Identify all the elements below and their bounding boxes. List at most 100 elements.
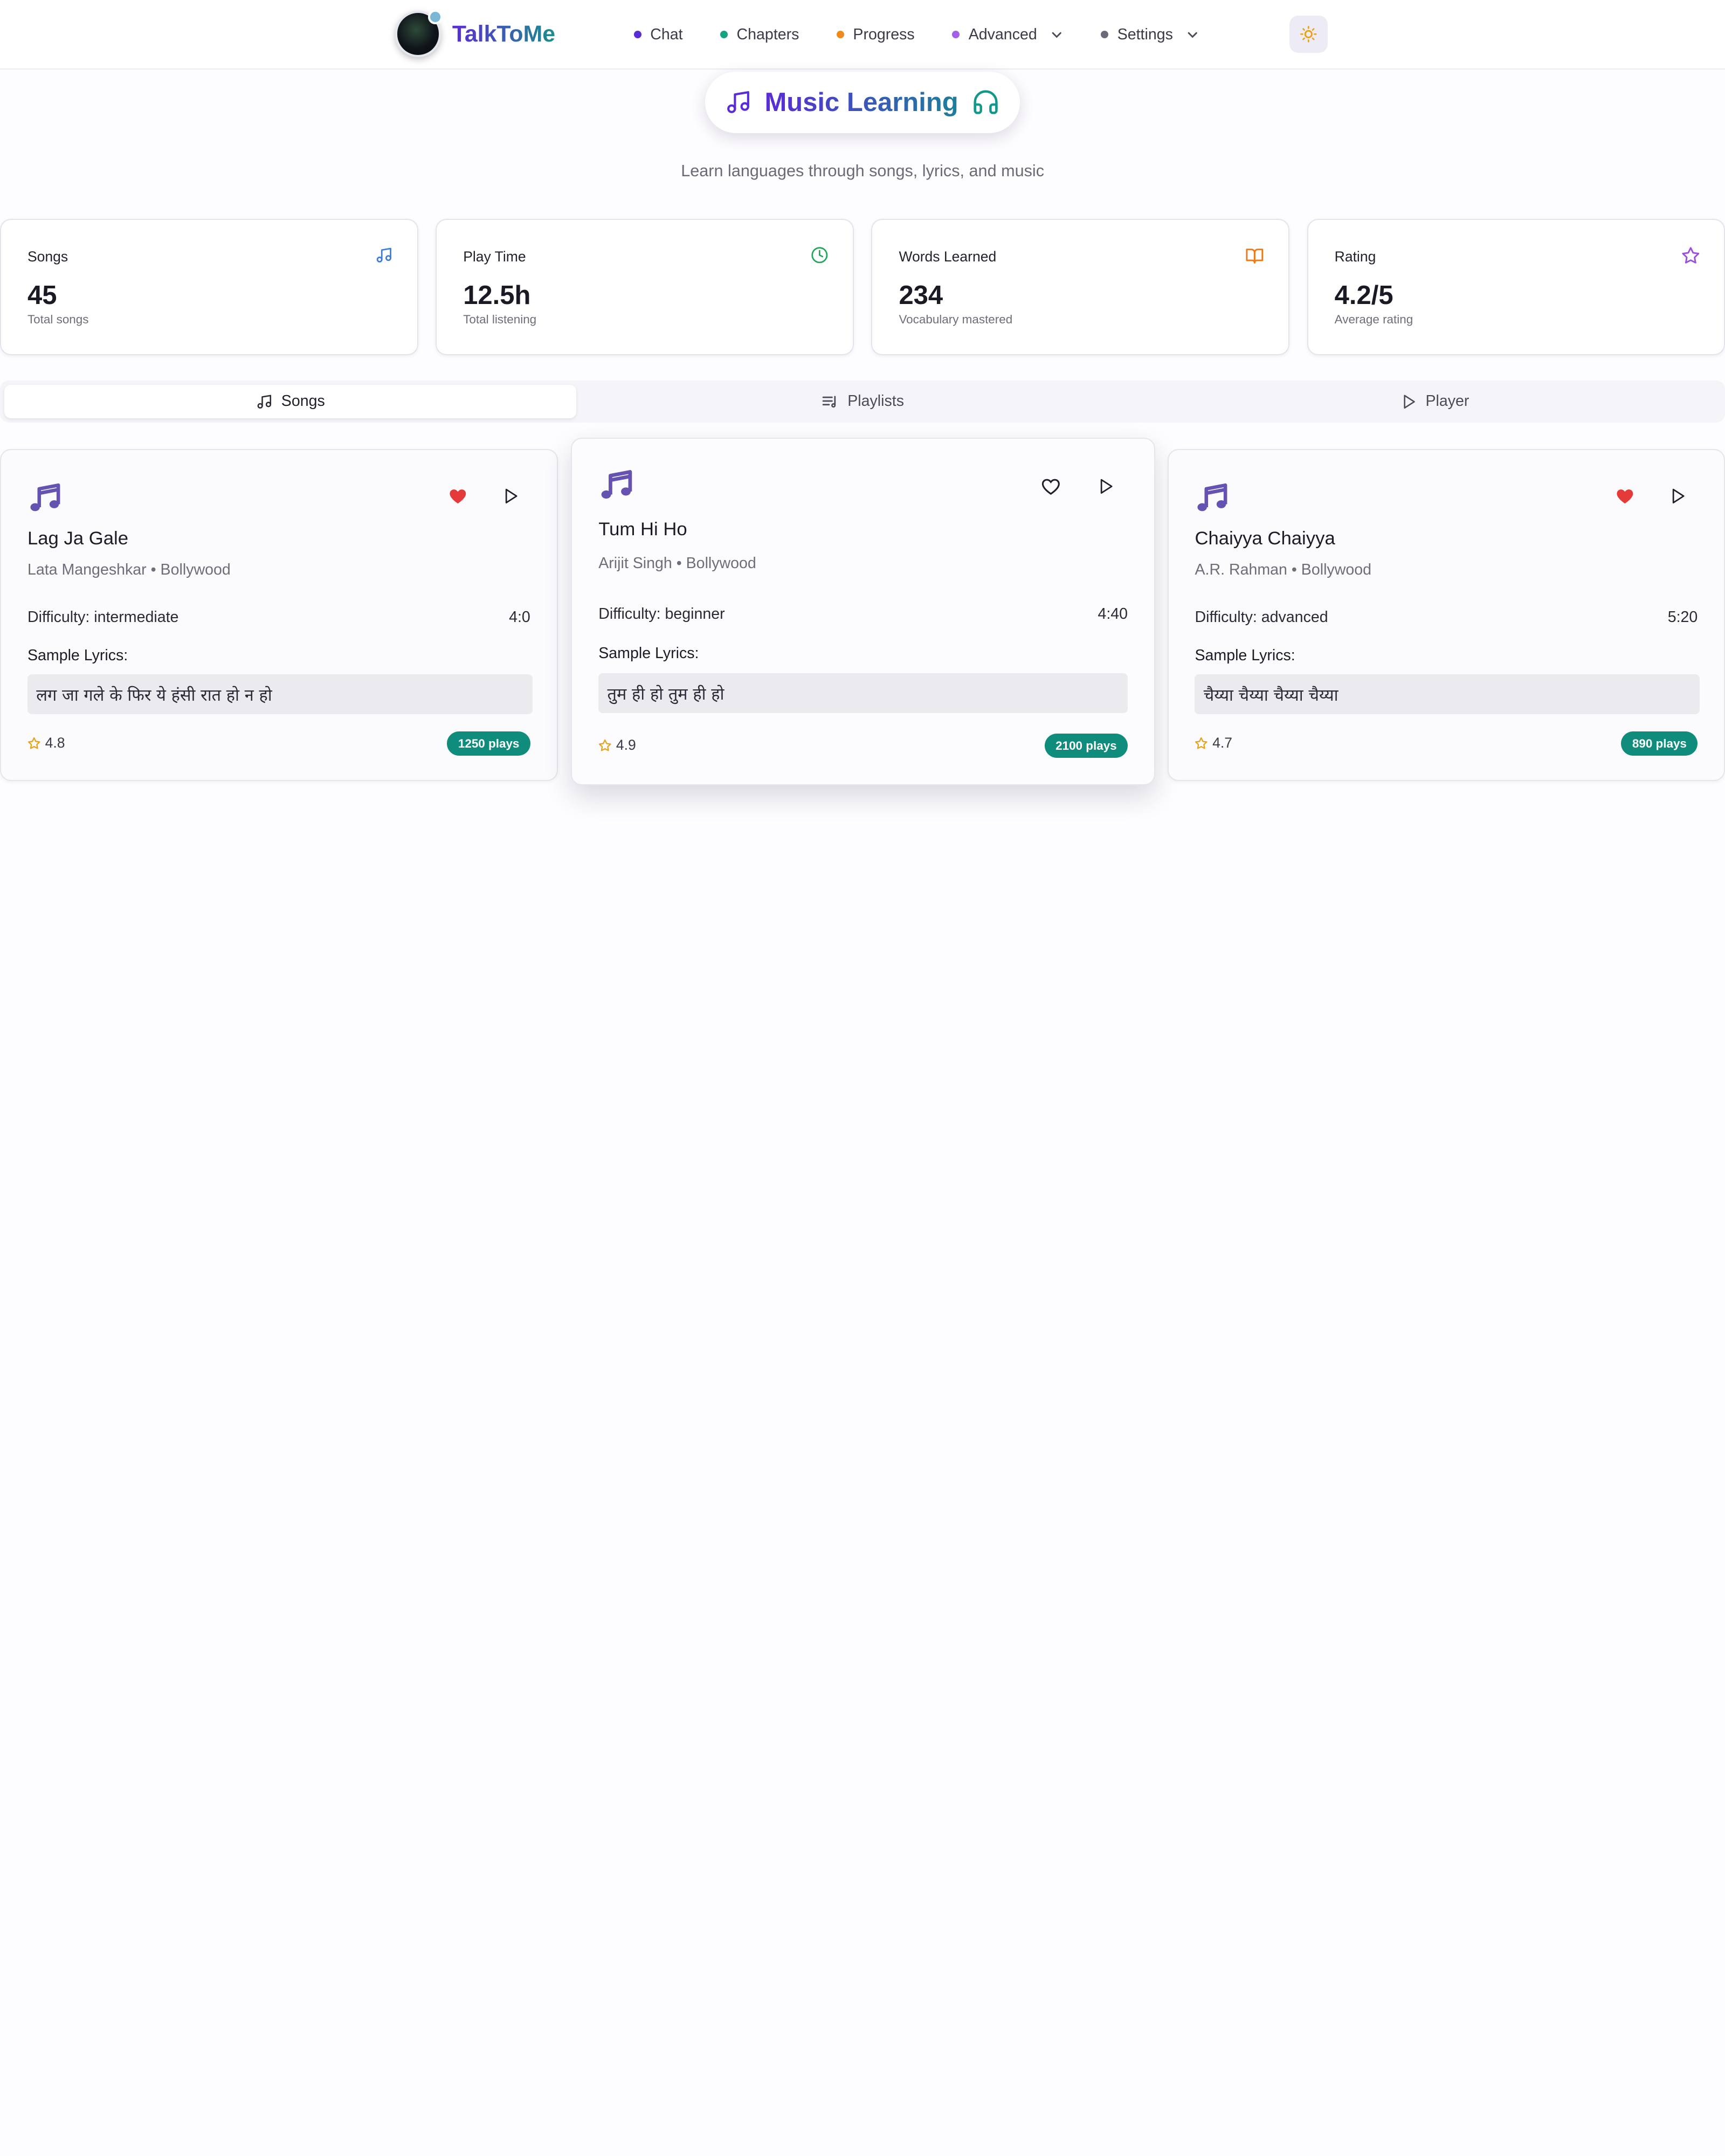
stat-caption: Average rating (1335, 313, 1413, 327)
nav-item-label: Chat (650, 26, 682, 44)
sun-icon (1300, 25, 1317, 43)
playlist-icon (821, 393, 839, 411)
music-note-icon (375, 246, 393, 264)
tab-label: Songs (281, 392, 325, 410)
duration: 4:40 (1098, 605, 1128, 623)
difficulty-label: Difficulty: intermediate (27, 609, 178, 626)
music-note-icon (1195, 481, 1230, 516)
chevron-down-icon (1186, 28, 1199, 41)
duration: 5:20 (1668, 609, 1698, 626)
lyrics-box: लग जा गले के फिर ये हंसी रात हो न हो (27, 674, 533, 714)
star-icon (27, 737, 40, 750)
nav-item-label: Settings (1117, 26, 1173, 44)
song-rating: 4.8 (27, 735, 65, 751)
song-meta: Lata Mangeshkar • Bollywood (27, 561, 231, 579)
song-title: Chaiyya Chaiyya (1195, 528, 1335, 549)
stat-value: 12.5h (463, 280, 530, 310)
chevron-down-icon (1050, 28, 1063, 41)
stat-value: 45 (27, 280, 57, 310)
song-card[interactable]: Chaiyya Chaiyya A.R. Rahman • Bollywood … (1168, 449, 1725, 781)
music-note-icon (725, 89, 751, 115)
stat-label: Rating (1335, 248, 1376, 265)
tab-playlists[interactable]: Playlists (576, 385, 1148, 418)
song-card[interactable]: Tum Hi Ho Arijit Singh • Bollywood Diffi… (571, 438, 1155, 785)
lyrics-label: Sample Lyrics: (27, 647, 128, 665)
stat-label: Songs (27, 248, 68, 265)
lyrics-label: Sample Lyrics: (1195, 647, 1295, 665)
music-note-icon (27, 481, 63, 516)
status-dot (428, 10, 443, 24)
stat-label: Words Learned (899, 248, 996, 265)
brand[interactable]: TalkToMe (395, 11, 555, 57)
star-icon (1195, 737, 1208, 750)
play-icon (1400, 393, 1417, 410)
play-icon[interactable] (1097, 476, 1115, 496)
stat-card-play-time: Play Time 12.5h Total listening (436, 219, 854, 355)
rating-value: 4.9 (616, 737, 636, 754)
clock-icon (811, 246, 829, 264)
bullet-icon (1101, 31, 1108, 38)
song-meta: Arijit Singh • Bollywood (598, 555, 756, 572)
lyrics-label: Sample Lyrics: (598, 645, 699, 662)
page-title-pill: Music Learning (705, 72, 1020, 133)
nav-menu: Chat Chapters Progress Advanced Settings (634, 0, 1237, 70)
stat-caption: Vocabulary mastered (899, 313, 1012, 327)
lyrics-box: तुम ही हो तुम ही हो (598, 673, 1128, 713)
plays-badge: 2100 plays (1045, 734, 1128, 758)
heart-icon[interactable] (448, 486, 468, 506)
headphones-icon (971, 88, 1000, 116)
page-title: Music Learning (764, 87, 958, 118)
star-icon (1681, 246, 1700, 265)
stat-card-rating: Rating 4.2/5 Average rating (1307, 219, 1725, 355)
theme-toggle-button[interactable] (1289, 16, 1328, 53)
music-learning-page: TalkToMe Chat Chapters Progress Advanced (0, 0, 1725, 1078)
duration: 4:0 (509, 609, 530, 626)
play-icon[interactable] (1669, 486, 1687, 506)
plays-badge: 890 plays (1621, 731, 1698, 756)
heart-icon[interactable] (1041, 476, 1061, 496)
stat-caption: Total songs (27, 313, 89, 327)
nav-item-chat[interactable]: Chat (634, 26, 683, 44)
rating-value: 4.8 (45, 735, 65, 751)
book-icon (1245, 246, 1264, 265)
avatar-logo (395, 11, 441, 57)
stat-value: 4.2/5 (1335, 280, 1393, 310)
rating-value: 4.7 (1212, 735, 1232, 751)
play-icon[interactable] (502, 486, 520, 506)
stat-card-songs: Songs 45 Total songs (0, 219, 418, 355)
song-title: Lag Ja Gale (27, 528, 128, 549)
bullet-icon (952, 31, 960, 38)
song-rating: 4.7 (1195, 735, 1232, 751)
difficulty-label: Difficulty: advanced (1195, 609, 1328, 626)
top-nav: TalkToMe Chat Chapters Progress Advanced (0, 0, 1725, 70)
music-note-icon (598, 467, 634, 503)
song-rating: 4.9 (598, 737, 636, 754)
nav-item-label: Progress (853, 26, 914, 44)
tab-songs[interactable]: Songs (4, 385, 576, 418)
nav-item-label: Advanced (969, 26, 1037, 44)
music-note-icon (256, 393, 273, 410)
bullet-icon (720, 31, 728, 38)
song-title: Tum Hi Ho (598, 519, 687, 540)
nav-item-progress[interactable]: Progress (837, 26, 915, 44)
lyrics-box: चैय्या चैय्या चैय्या चैय्या (1195, 674, 1700, 714)
tab-player[interactable]: Player (1149, 385, 1721, 418)
tab-label: Player (1425, 392, 1469, 410)
nav-item-advanced[interactable]: Advanced (952, 26, 1064, 44)
heart-icon[interactable] (1615, 486, 1635, 506)
song-card[interactable]: Lag Ja Gale Lata Mangeshkar • Bollywood … (0, 449, 558, 781)
song-meta: A.R. Rahman • Bollywood (1195, 561, 1371, 579)
nav-item-settings[interactable]: Settings (1101, 26, 1199, 44)
stat-value: 234 (899, 280, 943, 310)
nav-item-chapters[interactable]: Chapters (720, 26, 799, 44)
bullet-icon (837, 31, 844, 38)
page-subtitle: Learn languages through songs, lyrics, a… (0, 162, 1725, 181)
stat-card-words-learned: Words Learned 234 Vocabulary mastered (871, 219, 1289, 355)
stat-label: Play Time (463, 248, 526, 265)
difficulty-label: Difficulty: beginner (598, 605, 724, 623)
bullet-icon (634, 31, 641, 38)
stat-caption: Total listening (463, 313, 536, 327)
tab-label: Playlists (847, 392, 904, 410)
star-icon (598, 739, 611, 752)
brand-name: TalkToMe (452, 21, 555, 47)
